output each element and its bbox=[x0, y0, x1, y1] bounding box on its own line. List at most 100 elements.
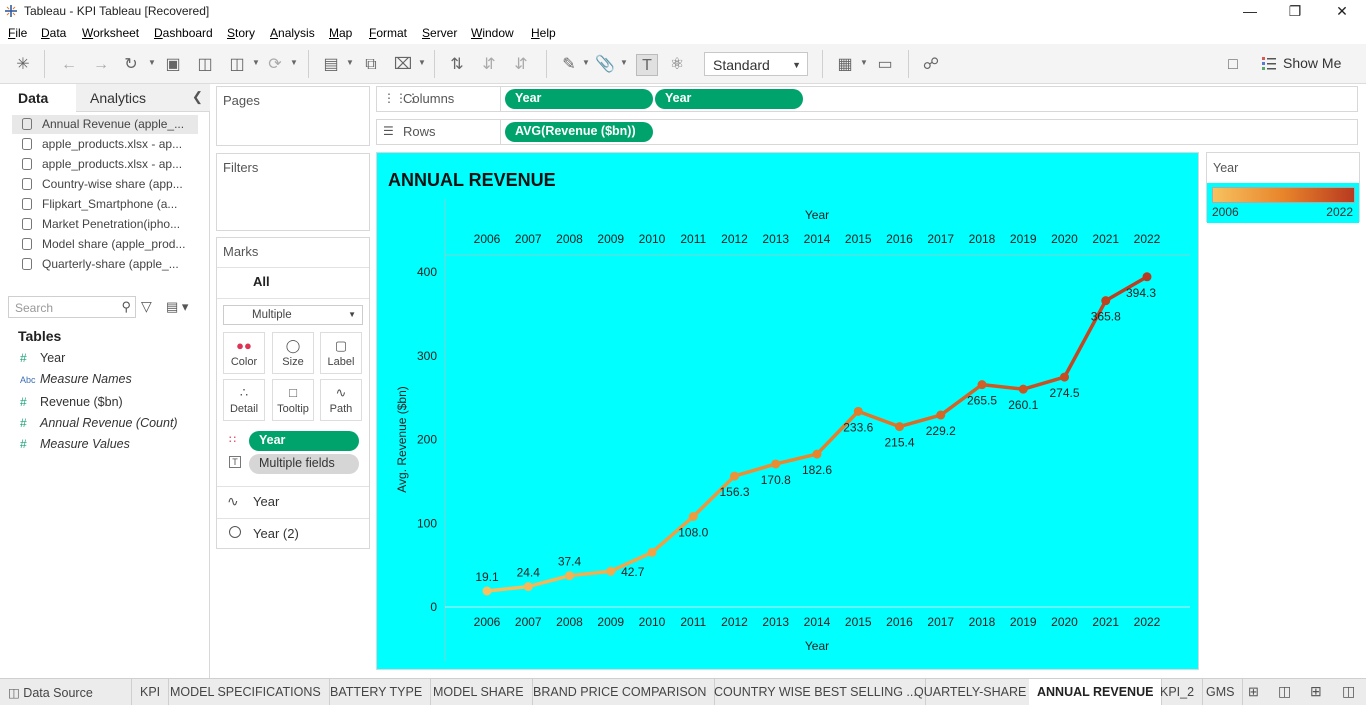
sort-descending-icon[interactable]: ⇵ bbox=[510, 54, 532, 76]
menu-story[interactable]: Story bbox=[227, 26, 255, 40]
close-button[interactable]: ✕ bbox=[1332, 2, 1352, 20]
columns-shelf[interactable]: ⋮⋮⋮ Columns Year Year bbox=[376, 86, 1358, 112]
show-cards-icon[interactable]: ▦ bbox=[834, 54, 856, 76]
marks-layer-year-2[interactable]: Year (2) bbox=[253, 526, 299, 541]
pause-updates-icon[interactable]: ◫ bbox=[226, 54, 248, 76]
tab-model-specifications[interactable]: MODEL SPECIFICATIONS bbox=[162, 679, 330, 705]
new-worksheet-icon[interactable]: ◫ bbox=[1278, 683, 1291, 700]
collapse-pane-icon[interactable]: ❮ bbox=[192, 89, 203, 105]
line-chart[interactable]: ANNUAL REVENUE Year Year 2006 2006 2007 2007 20… bbox=[377, 153, 1198, 669]
tab-data[interactable]: Data bbox=[0, 84, 76, 112]
duplicate-sheet-icon[interactable]: ⧉ bbox=[360, 54, 382, 76]
color-year-pill[interactable]: Year bbox=[249, 431, 359, 451]
paint-roller-icon[interactable]: □ bbox=[1222, 54, 1244, 76]
tab-brand-price-comparison[interactable]: BRAND PRICE COMPARISON bbox=[525, 679, 716, 705]
tab-gms[interactable]: GMS bbox=[1198, 679, 1244, 705]
view-options-icon[interactable]: ▤ ▾ bbox=[166, 299, 188, 315]
datasource-item[interactable]: Annual Revenue (apple_... bbox=[12, 115, 198, 134]
presentation-mode-icon[interactable]: ▭ bbox=[874, 54, 896, 76]
rows-shelf[interactable]: ☰ Rows AVG(Revenue ($bn)) bbox=[376, 119, 1358, 145]
field-measure-names[interactable]: Abc Measure Names bbox=[20, 372, 132, 386]
tab-quartely-share[interactable]: QUARTELY-SHARE bbox=[906, 679, 1036, 705]
field-revenue[interactable]: # Revenue ($bn) bbox=[20, 395, 123, 409]
share-icon[interactable]: ☍ bbox=[920, 54, 942, 76]
menu-server[interactable]: Server bbox=[422, 26, 457, 40]
filters-card[interactable]: Filters bbox=[216, 153, 370, 231]
dropdown-icon[interactable]: ▼ bbox=[290, 58, 298, 67]
show-me-button[interactable]: Show Me bbox=[1283, 55, 1341, 71]
sort-ascending-icon[interactable]: ⇵ bbox=[478, 54, 500, 76]
marks-layer-year[interactable]: Year bbox=[253, 494, 279, 509]
fix-axes-icon[interactable]: ⚛ bbox=[666, 54, 688, 76]
tab-analytics[interactable]: Analytics bbox=[76, 84, 210, 112]
menu-worksheet[interactable]: Worksheet bbox=[82, 26, 139, 40]
menu-window[interactable]: Window bbox=[471, 26, 514, 40]
menu-analysis[interactable]: Analysis bbox=[270, 26, 315, 40]
menu-map[interactable]: Map bbox=[329, 26, 352, 40]
size-button[interactable]: ◯ Size bbox=[272, 332, 314, 374]
label-multiple-fields-pill[interactable]: Multiple fields bbox=[249, 454, 359, 474]
new-dashboard-icon[interactable]: ⊞ bbox=[1310, 683, 1322, 700]
highlight-icon[interactable]: ✎ bbox=[558, 54, 580, 76]
datasource-item[interactable]: apple_products.xlsx - ap... bbox=[12, 155, 198, 174]
tab-annual-revenue[interactable]: ANNUAL REVENUE bbox=[1029, 679, 1163, 705]
new-datasource-icon[interactable]: ◫ bbox=[194, 54, 216, 76]
detail-button[interactable]: ∴ Detail bbox=[223, 379, 265, 421]
filter-icon[interactable]: ▽ bbox=[141, 298, 152, 315]
fit-select[interactable]: Standard ▼ bbox=[704, 52, 808, 76]
field-measure-values[interactable]: # Measure Values bbox=[20, 437, 130, 451]
tableau-home-icon[interactable]: ✳ bbox=[12, 54, 34, 76]
label-button[interactable]: ▢ Label bbox=[320, 332, 362, 374]
redo-icon[interactable]: → bbox=[90, 54, 112, 76]
marks-all-tab[interactable]: All bbox=[253, 274, 270, 289]
swap-rows-columns-icon[interactable]: ⇅ bbox=[446, 54, 468, 76]
field-annual-revenue-count[interactable]: # Annual Revenue (Count) bbox=[20, 416, 178, 430]
tab-kpi-2[interactable]: KPI_2 bbox=[1152, 679, 1204, 705]
dropdown-icon[interactable]: ▼ bbox=[582, 58, 590, 67]
datasource-item[interactable]: apple_products.xlsx - ap... bbox=[12, 135, 198, 154]
tab-model-share[interactable]: MODEL SHARE bbox=[425, 679, 533, 705]
tooltip-button[interactable]: □ Tooltip bbox=[272, 379, 314, 421]
tab-data-source[interactable]: ◫ Data Source bbox=[0, 679, 132, 705]
undo-icon[interactable]: ← bbox=[58, 54, 80, 76]
pages-card[interactable]: Pages bbox=[216, 86, 370, 146]
new-worksheet-icon[interactable]: ▤ bbox=[320, 54, 342, 76]
menu-help[interactable]: Help bbox=[531, 26, 556, 40]
clear-sheet-icon[interactable]: ⌧ bbox=[392, 54, 414, 76]
dropdown-icon[interactable]: ▼ bbox=[252, 58, 260, 67]
menu-format[interactable]: Format bbox=[369, 26, 407, 40]
swap-icon[interactable]: ↻ bbox=[120, 54, 142, 76]
dropdown-icon[interactable]: ▼ bbox=[418, 58, 426, 67]
color-button[interactable]: ●● Color bbox=[223, 332, 265, 374]
tab-country-wise-best-selling[interactable]: COUNTRY WISE BEST SELLING ... bbox=[706, 679, 926, 705]
rows-pill-avg-revenue[interactable]: AVG(Revenue ($bn)) bbox=[505, 122, 653, 142]
refresh-icon[interactable]: ⟳ bbox=[264, 54, 286, 76]
datasource-item[interactable]: Quarterly-share (apple_... bbox=[12, 255, 198, 274]
menu-dashboard[interactable]: Dashboard bbox=[154, 26, 213, 40]
chart-view[interactable]: ANNUAL REVENUE Year Year 2006 2006 2007 2007 20… bbox=[376, 152, 1199, 670]
save-icon[interactable]: ▣ bbox=[162, 54, 184, 76]
show-mark-labels-icon[interactable]: T bbox=[636, 54, 658, 76]
menu-data[interactable]: Data bbox=[41, 26, 66, 40]
datasource-item[interactable]: Model share (apple_prod... bbox=[12, 235, 198, 254]
columns-pill-year-2[interactable]: Year bbox=[655, 89, 803, 109]
dropdown-icon[interactable]: ▼ bbox=[346, 58, 354, 67]
restore-button[interactable]: ❐ bbox=[1285, 2, 1305, 20]
columns-pill-year[interactable]: Year bbox=[505, 89, 653, 109]
field-year[interactable]: # Year bbox=[20, 351, 65, 365]
datasource-item[interactable]: Flipkart_Smartphone (a... bbox=[12, 195, 198, 214]
datasource-item[interactable]: Country-wise share (app... bbox=[12, 175, 198, 194]
dropdown-icon[interactable]: ▼ bbox=[148, 58, 156, 67]
dropdown-icon[interactable]: ▼ bbox=[860, 58, 868, 67]
datasource-item[interactable]: Market Penetration(ipho... bbox=[12, 215, 198, 234]
color-legend[interactable]: Year 2006 2022 bbox=[1206, 152, 1360, 223]
group-members-icon[interactable]: 📎 bbox=[594, 54, 616, 76]
minimize-button[interactable]: — bbox=[1240, 2, 1260, 20]
path-button[interactable]: ∿ Path bbox=[320, 379, 362, 421]
mark-type-select[interactable]: Multiple ▼ bbox=[223, 305, 363, 325]
tab-battery-type[interactable]: BATTERY TYPE bbox=[322, 679, 432, 705]
menu-file[interactable]: File bbox=[8, 26, 27, 40]
new-story-icon[interactable]: ◫ bbox=[1342, 683, 1355, 700]
dropdown-icon[interactable]: ▼ bbox=[620, 58, 628, 67]
dashboard-tab-icon[interactable]: ⊞ bbox=[1248, 684, 1259, 700]
